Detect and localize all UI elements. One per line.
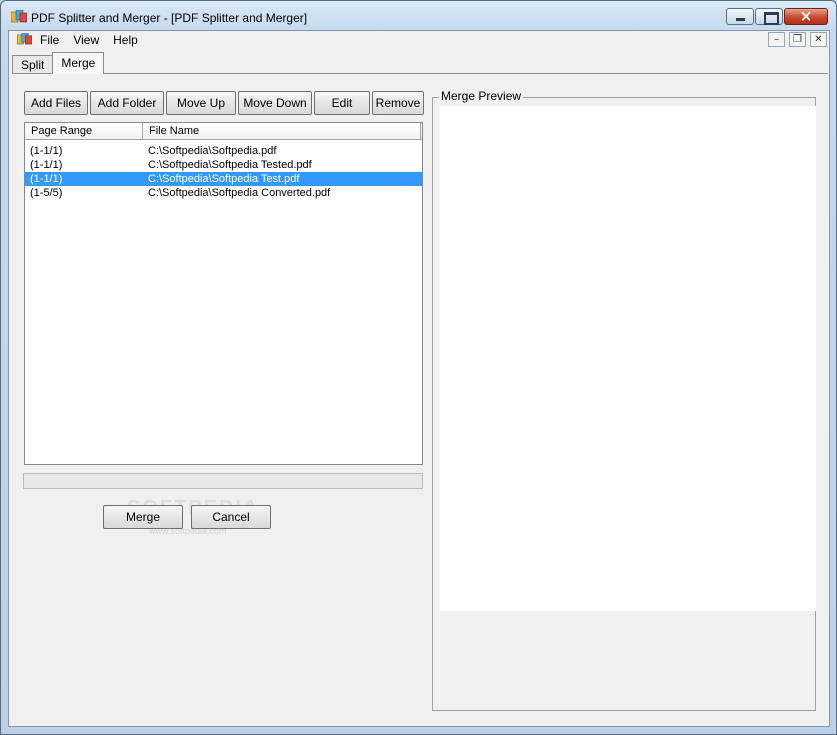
document-icon[interactable] [17,33,32,45]
minimize-icon: – [774,34,779,45]
menu-file[interactable]: File [40,33,59,47]
remove-button[interactable]: Remove [372,91,424,115]
file-name-cell: C:\Softpedia\Softpedia Test.pdf [148,173,300,185]
merge-preview-pane [440,106,816,611]
close-icon: ✕ [814,34,823,45]
close-icon: × [799,7,813,25]
menu-view[interactable]: View [73,33,99,47]
restore-icon: ❐ [793,34,802,45]
file-list[interactable]: Page Range File Name (1-1/1) C:\Softpedi… [24,122,423,465]
app-icon [11,10,27,23]
minimize-button[interactable] [726,8,754,25]
table-row[interactable]: (1-5/5) C:\Softpedia\Softpedia Converted… [25,186,422,200]
close-button[interactable]: × [784,7,828,25]
file-name-cell: C:\Softpedia\Softpedia.pdf [148,145,277,157]
column-page-range[interactable]: Page Range [25,123,143,140]
add-files-button[interactable]: Add Files [24,91,88,115]
mdi-restore-button[interactable]: ❐ [789,32,806,47]
app-window: PDF Splitter and Merger - [PDF Splitter … [0,0,837,735]
merge-button[interactable]: Merge [103,505,183,529]
page-range-cell: (1-1/1) [30,145,63,157]
table-row[interactable]: (1-1/1) C:\Softpedia\Softpedia Tested.pd… [25,158,422,172]
move-down-button[interactable]: Move Down [238,91,312,115]
caption-buttons: × [725,7,828,25]
page-range-cell: (1-5/5) [30,187,63,199]
cancel-button[interactable]: Cancel [191,505,271,529]
tab-divider [12,73,828,74]
progress-bar [23,473,423,489]
menu-bar: File View Help – ❐ ✕ [9,31,829,49]
table-row-selected[interactable]: (1-1/1) C:\Softpedia\Softpedia Test.pdf [25,172,422,186]
tab-split[interactable]: Split [12,55,54,74]
move-up-button[interactable]: Move Up [166,91,236,115]
table-row[interactable]: (1-1/1) C:\Softpedia\Softpedia.pdf [25,144,422,158]
tab-strip: Split Merge [12,52,105,74]
menu-help[interactable]: Help [113,33,138,47]
edit-button[interactable]: Edit [314,91,370,115]
merge-preview-label: Merge Preview [439,89,524,103]
mdi-buttons: – ❐ ✕ [764,32,827,47]
page-range-cell: (1-1/1) [30,159,63,171]
file-name-cell: C:\Softpedia\Softpedia Tested.pdf [148,159,312,171]
add-folder-button[interactable]: Add Folder [90,91,164,115]
mdi-close-button[interactable]: ✕ [810,32,827,47]
maximize-button[interactable] [755,8,783,25]
mdi-minimize-button[interactable]: – [768,32,785,47]
file-name-cell: C:\Softpedia\Softpedia Converted.pdf [148,187,331,199]
page-range-cell: (1-1/1) [30,173,63,185]
file-list-header: Page Range File Name [25,123,422,140]
client-area: File View Help – ❐ ✕ Split Merge Add Fil… [8,30,830,727]
title-bar[interactable]: PDF Splitter and Merger - [PDF Splitter … [1,1,836,31]
tab-merge[interactable]: Merge [52,52,105,74]
window-title: PDF Splitter and Merger - [PDF Splitter … [31,11,308,25]
column-file-name[interactable]: File Name [143,123,421,140]
